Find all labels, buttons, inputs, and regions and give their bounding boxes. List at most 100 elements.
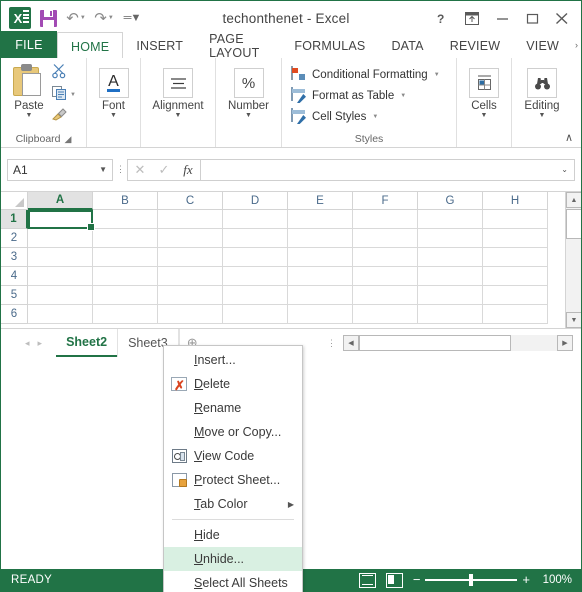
cell-d2[interactable]	[223, 229, 288, 248]
redo-icon[interactable]: ↷ ▼	[91, 5, 117, 31]
tab-file[interactable]: FILE	[1, 31, 57, 59]
formula-input[interactable]: ⌄	[200, 158, 575, 181]
cell-h1[interactable]	[483, 210, 548, 229]
row-header-2[interactable]: 2	[1, 229, 28, 248]
maximize-icon[interactable]	[517, 4, 547, 32]
tab-home[interactable]: HOME	[57, 32, 124, 60]
cell-b6[interactable]	[93, 305, 158, 324]
column-header-c[interactable]: C	[158, 192, 223, 210]
vertical-scroll-thumb[interactable]	[566, 209, 581, 239]
cell-b2[interactable]	[93, 229, 158, 248]
scroll-left-icon[interactable]: ◀	[343, 335, 359, 351]
cut-button[interactable]	[52, 64, 76, 83]
cell-g3[interactable]	[418, 248, 483, 267]
next-sheet-icon[interactable]: ▸	[38, 338, 43, 349]
cell-a3[interactable]	[28, 248, 93, 267]
ribbon-display-options-icon[interactable]	[457, 4, 487, 32]
column-header-h[interactable]: H	[483, 192, 548, 210]
cell-f6[interactable]	[353, 305, 418, 324]
column-header-f[interactable]: F	[353, 192, 418, 210]
cell-h5[interactable]	[483, 286, 548, 305]
zoom-slider[interactable]: − +	[413, 573, 530, 587]
paste-button[interactable]: Paste ▼	[6, 62, 52, 119]
copy-button[interactable]: ▼	[52, 85, 76, 104]
close-icon[interactable]	[547, 4, 577, 32]
scroll-up-icon[interactable]: ▲	[566, 192, 581, 208]
cell-c1[interactable]	[158, 210, 223, 229]
vertical-scrollbar[interactable]: ▲ ▼	[565, 192, 581, 328]
number-button[interactable]: % Number ▼	[221, 66, 276, 119]
cell-h2[interactable]	[483, 229, 548, 248]
menu-item-unhide[interactable]: Unhide...	[164, 547, 302, 571]
cell-d6[interactable]	[223, 305, 288, 324]
cell-styles-dropdown-icon[interactable]: ▼	[372, 114, 378, 120]
insert-function-icon[interactable]: fx	[176, 160, 200, 180]
cell-f2[interactable]	[353, 229, 418, 248]
cell-d4[interactable]	[223, 267, 288, 286]
menu-item-select-all-sheets[interactable]: Select All Sheets	[164, 571, 302, 592]
cell-h4[interactable]	[483, 267, 548, 286]
cell-e4[interactable]	[288, 267, 353, 286]
cell-b1[interactable]	[93, 210, 158, 229]
zoom-track[interactable]	[425, 574, 518, 587]
row-header-4[interactable]: 4	[1, 267, 28, 286]
horizontal-scroll-thumb[interactable]	[359, 335, 511, 351]
cell-c4[interactable]	[158, 267, 223, 286]
cell-b4[interactable]	[93, 267, 158, 286]
font-button[interactable]: A Font ▼	[92, 66, 135, 119]
tab-insert[interactable]: INSERT	[123, 32, 196, 59]
cell-a6[interactable]	[28, 305, 93, 324]
cell-e3[interactable]	[288, 248, 353, 267]
row-header-1[interactable]: 1	[1, 210, 28, 229]
cell-h6[interactable]	[483, 305, 548, 324]
menu-item-tab-color[interactable]: Tab Color ▶	[164, 492, 302, 516]
name-box-chevron-down-icon[interactable]: ▼	[99, 165, 107, 174]
scroll-right-icon[interactable]: ▶	[557, 335, 573, 351]
help-icon[interactable]: ?	[427, 4, 457, 32]
cell-c2[interactable]	[158, 229, 223, 248]
zoom-level-label[interactable]: 100%	[540, 574, 572, 586]
zoom-out-icon[interactable]: −	[413, 573, 421, 586]
cell-d3[interactable]	[223, 248, 288, 267]
row-header-6[interactable]: 6	[1, 305, 28, 324]
cell-b3[interactable]	[93, 248, 158, 267]
cell-h3[interactable]	[483, 248, 548, 267]
collapse-ribbon-icon[interactable]: ∧	[565, 131, 573, 144]
cell-b5[interactable]	[93, 286, 158, 305]
tab-page-layout[interactable]: PAGE LAYOUT	[196, 32, 281, 60]
format-painter-button[interactable]	[52, 107, 76, 125]
zoom-in-icon[interactable]: +	[522, 573, 530, 586]
copy-dropdown-icon[interactable]: ▼	[70, 92, 76, 98]
tab-data[interactable]: DATA	[378, 32, 436, 59]
cell-f5[interactable]	[353, 286, 418, 305]
cancel-icon[interactable]: ✕	[128, 160, 152, 180]
zoom-thumb[interactable]	[469, 574, 474, 587]
tab-formulas[interactable]: FORMULAS	[281, 32, 378, 59]
cell-c3[interactable]	[158, 248, 223, 267]
menu-item-protect-sheet[interactable]: Protect Sheet...	[164, 468, 302, 492]
cell-f3[interactable]	[353, 248, 418, 267]
cell-e2[interactable]	[288, 229, 353, 248]
conditional-formatting-dropdown-icon[interactable]: ▼	[434, 72, 440, 78]
editing-button[interactable]: Editing ▼	[517, 66, 567, 119]
cell-d5[interactable]	[223, 286, 288, 305]
previous-sheet-icon[interactable]: ◂	[25, 338, 30, 349]
cell-c6[interactable]	[158, 305, 223, 324]
tab-view[interactable]: VIEW	[513, 32, 572, 59]
scroll-down-icon[interactable]: ▼	[566, 312, 581, 328]
font-dropdown-icon[interactable]: ▼	[110, 112, 117, 119]
editing-dropdown-icon[interactable]: ▼	[539, 112, 546, 119]
cell-d1[interactable]	[223, 210, 288, 229]
cell-styles-button[interactable]: Cell Styles ▼	[291, 107, 440, 126]
menu-item-hide[interactable]: Hide	[164, 523, 302, 547]
format-as-table-button[interactable]: Format as Table ▼	[291, 86, 440, 105]
cell-a1[interactable]	[28, 210, 93, 229]
row-header-3[interactable]: 3	[1, 248, 28, 267]
tab-review[interactable]: REVIEW	[437, 32, 514, 59]
menu-item-rename[interactable]: Rename	[164, 396, 302, 420]
cell-f1[interactable]	[353, 210, 418, 229]
menu-item-insert[interactable]: Insert...	[164, 348, 302, 372]
column-header-g[interactable]: G	[418, 192, 483, 210]
column-header-e[interactable]: E	[288, 192, 353, 210]
cell-g5[interactable]	[418, 286, 483, 305]
